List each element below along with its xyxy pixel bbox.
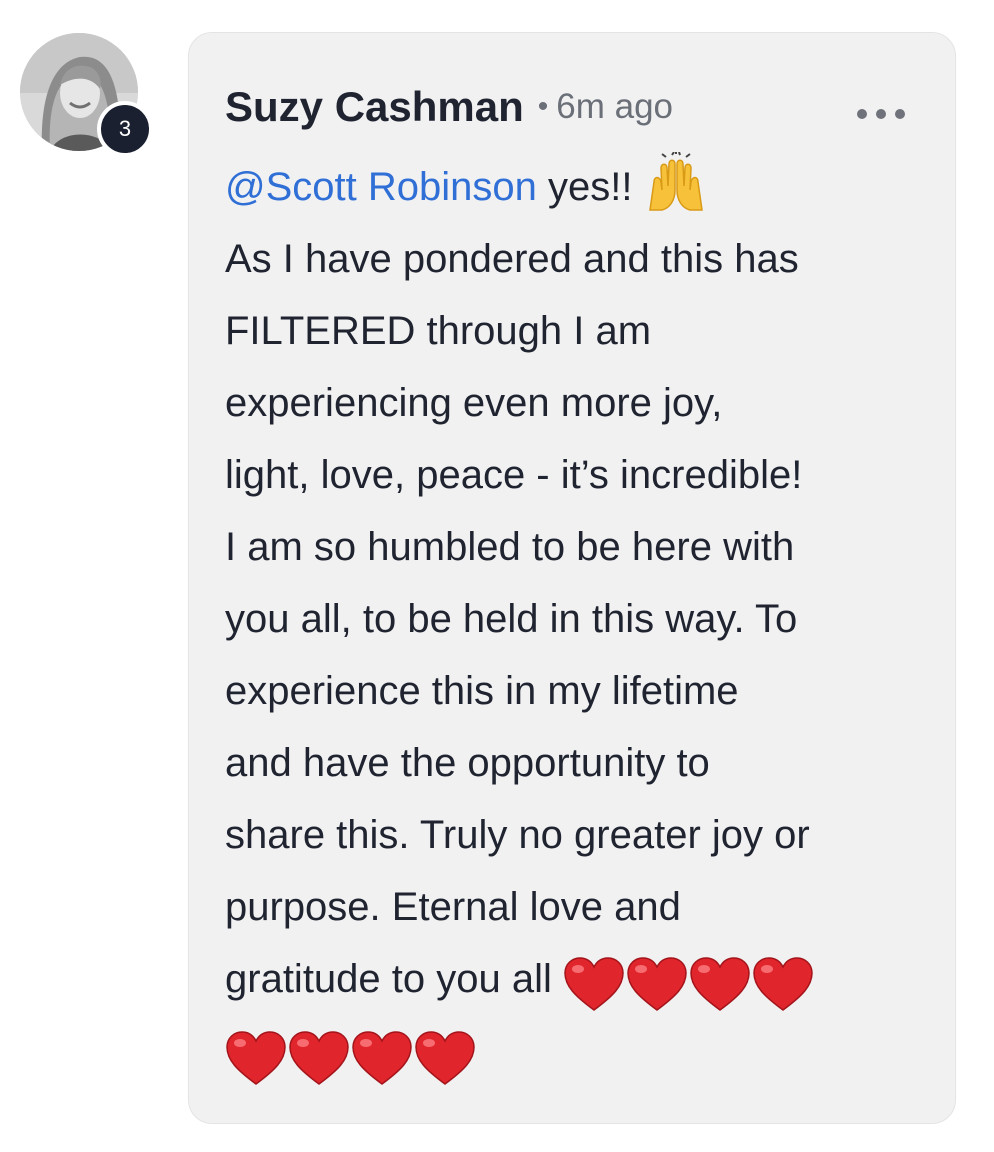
comment-body: @Scott Robinson yes!! As I have pondered… [225, 151, 925, 1092]
raising-hands-emoji [644, 152, 708, 212]
comment-text: yes!! [536, 165, 633, 209]
heart-emoji [414, 1030, 476, 1086]
comment-line: @Scott Robinson yes!! [225, 151, 925, 223]
comment-header: Suzy Cashman • 6m ago [225, 83, 673, 131]
heart-emoji [752, 956, 814, 1012]
heart-emoji [225, 1030, 287, 1086]
mention-link[interactable]: @Scott Robinson [225, 165, 537, 209]
comment-line: As I have pondered and this has [225, 237, 799, 281]
avatar-container[interactable]: 3 [20, 33, 153, 157]
comment-line: I am so humbled to be here with [225, 525, 795, 569]
comment-line: you all, to be held in this way. To [225, 597, 798, 641]
comment-text: gratitude to you all [225, 957, 563, 1001]
comment-line: experience this in my lifetime [225, 669, 739, 713]
more-dot [895, 109, 905, 119]
heart-emoji-group [563, 945, 815, 1017]
heart-emoji [689, 956, 751, 1012]
meta-separator: • [537, 90, 549, 123]
more-dot [876, 109, 886, 119]
heart-emoji [563, 956, 625, 1012]
comment-line: light, love, peace - it’s incredible! [225, 453, 803, 497]
comment-bubble: Suzy Cashman • 6m ago @Scott Robinson ye… [188, 32, 956, 1124]
notification-badge: 3 [97, 101, 153, 157]
heart-emoji [288, 1030, 350, 1086]
comment-line: share this. Truly no greater joy or [225, 813, 810, 857]
comment-line: and have the opportunity to [225, 741, 710, 785]
heart-emoji-group [225, 1020, 477, 1092]
timestamp[interactable]: 6m ago [556, 87, 673, 127]
comment-line [225, 1017, 925, 1091]
comment-line: experiencing even more joy, [225, 381, 723, 425]
comment-line: FILTERED through I am [225, 309, 652, 353]
heart-emoji [351, 1030, 413, 1086]
more-horizontal-icon[interactable] [857, 107, 905, 121]
heart-emoji [626, 956, 688, 1012]
comment-line: purpose. Eternal love and [225, 885, 681, 929]
comment-line: gratitude to you all [225, 943, 925, 1017]
author-name[interactable]: Suzy Cashman [225, 83, 524, 131]
comment: 3 Suzy Cashman • 6m ago @Scott Robinson … [0, 0, 994, 1152]
more-dot [857, 109, 867, 119]
